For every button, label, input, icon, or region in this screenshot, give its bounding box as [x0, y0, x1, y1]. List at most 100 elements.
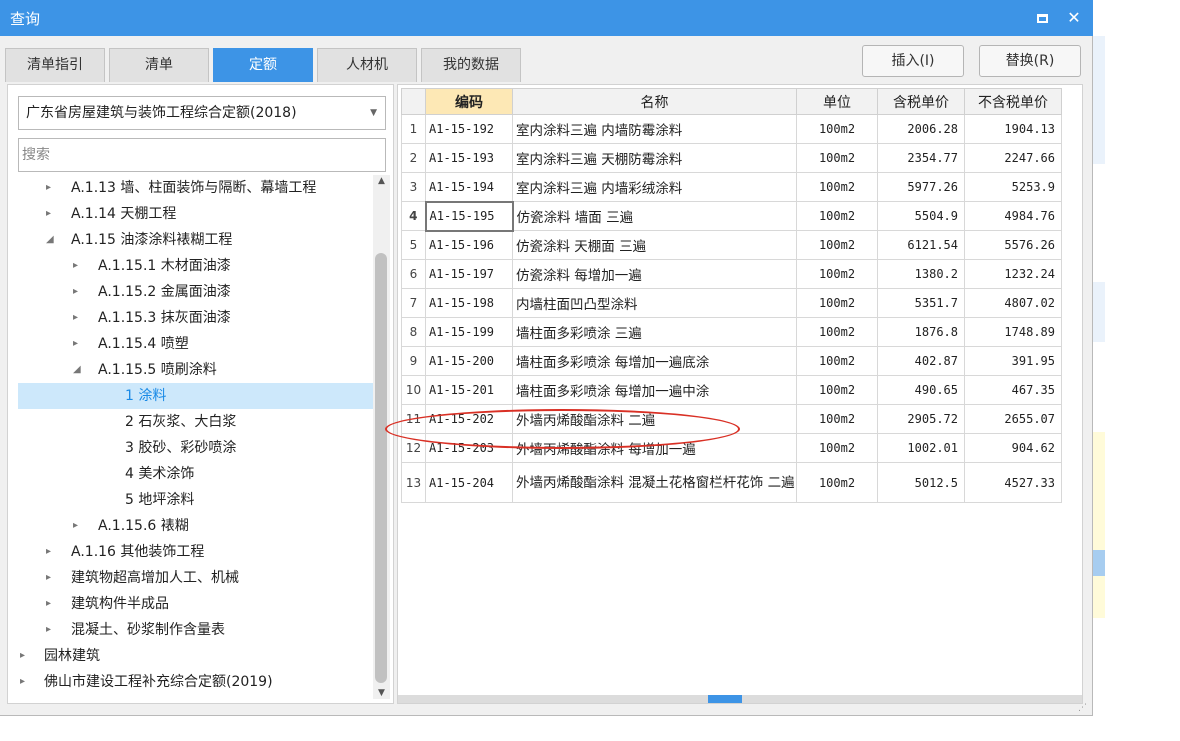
tree-item[interactable]: ▸ 园林建筑 — [18, 643, 373, 669]
cell-unit[interactable]: 100m2 — [796, 172, 878, 202]
cell-name[interactable]: 内墙柱面凹凸型涂料 — [512, 288, 797, 318]
chevron-right-icon[interactable]: ▸ — [46, 175, 51, 201]
cell-unit[interactable]: 100m2 — [796, 288, 878, 318]
column-header-name[interactable]: 名称 — [512, 88, 797, 115]
tree-item[interactable]: ▸ A.1.15.6 裱糊 — [18, 513, 373, 539]
tree-item[interactable]: ▸ A.1.15.1 木材面油漆 — [18, 253, 373, 279]
chevron-right-icon[interactable]: ▸ — [46, 565, 51, 591]
cell-unit[interactable]: 100m2 — [796, 230, 878, 260]
chevron-right-icon[interactable]: ▸ — [46, 617, 51, 643]
cell-tax-price[interactable]: 5504.9 — [877, 201, 965, 231]
cell-notax-price[interactable]: 4807.02 — [964, 288, 1062, 318]
insert-button[interactable]: 插入(I) — [862, 45, 964, 77]
tree-item[interactable]: ▸ A.1.14 天棚工程 — [18, 201, 373, 227]
tree-item[interactable]: ▸ A.1.13 墙、柱面装饰与隔断、幕墙工程 — [18, 175, 373, 201]
tree-item[interactable]: ▸ A.1.15.2 金属面油漆 — [18, 279, 373, 305]
chevron-right-icon[interactable]: ▸ — [73, 253, 78, 279]
cell-tax-price[interactable]: 5012.5 — [877, 462, 965, 503]
table-row[interactable]: 5 A1-15-196 仿瓷涂料 天棚面 三遍 100m2 6121.54 55… — [401, 230, 1062, 260]
tree-item[interactable]: 3 胶砂、彩砂喷涂 — [18, 435, 373, 461]
tab-bill[interactable]: 清单 — [109, 48, 209, 82]
tree-scrollbar[interactable]: ▲ ▼ — [373, 175, 390, 699]
tab-my-data[interactable]: 我的数据 — [421, 48, 521, 82]
cell-name[interactable]: 室内涂料三遍 天棚防霉涂料 — [512, 143, 797, 173]
scroll-up-icon[interactable]: ▲ — [373, 175, 390, 187]
cell-code[interactable]: A1-15-200 — [425, 346, 513, 376]
cell-notax-price[interactable]: 5253.9 — [964, 172, 1062, 202]
cell-notax-price[interactable]: 467.35 — [964, 375, 1062, 405]
tree-item[interactable]: ▸ 佛山市建设工程补充综合定额(2019) — [18, 669, 373, 695]
cell-tax-price[interactable]: 1876.8 — [877, 317, 965, 347]
tree-item[interactable]: ▸ 混凝土、砂浆制作含量表 — [18, 617, 373, 643]
cell-tax-price[interactable]: 5977.26 — [877, 172, 965, 202]
cell-name[interactable]: 仿瓷涂料 天棚面 三遍 — [512, 230, 797, 260]
resize-grip-icon[interactable]: ⋰ — [1078, 703, 1087, 713]
chevron-right-icon[interactable]: ▸ — [73, 331, 78, 357]
table-row[interactable]: 3 A1-15-194 室内涂料三遍 内墙彩绒涂料 100m2 5977.26 … — [401, 172, 1062, 202]
table-row[interactable]: 8 A1-15-199 墙柱面多彩喷涂 三遍 100m2 1876.8 1748… — [401, 317, 1062, 347]
cell-unit[interactable]: 100m2 — [796, 143, 878, 173]
cell-notax-price[interactable]: 5576.26 — [964, 230, 1062, 260]
cell-code-current[interactable]: A1-15-195 — [424, 200, 514, 232]
chevron-expanded-icon[interactable]: ◢ — [46, 227, 54, 253]
tree-item[interactable]: ▸ 建筑构件半成品 — [18, 591, 373, 617]
table-row[interactable]: 1 A1-15-192 室内涂料三遍 内墙防霉涂料 100m2 2006.28 … — [401, 114, 1062, 144]
cell-code[interactable]: A1-15-196 — [425, 230, 513, 260]
cell-name[interactable]: 墙柱面多彩喷涂 三遍 — [512, 317, 797, 347]
cell-unit[interactable]: 100m2 — [796, 462, 878, 503]
cell-name[interactable]: 墙柱面多彩喷涂 每增加一遍中涂 — [512, 375, 797, 405]
cell-code[interactable]: A1-15-197 — [425, 259, 513, 289]
grid-splitter-bar[interactable] — [398, 695, 1082, 703]
chevron-right-icon[interactable]: ▸ — [46, 591, 51, 617]
cell-notax-price[interactable]: 1232.24 — [964, 259, 1062, 289]
cell-tax-price[interactable]: 2006.28 — [877, 114, 965, 144]
cell-code[interactable]: A1-15-194 — [425, 172, 513, 202]
cell-notax-price[interactable]: 2247.66 — [964, 143, 1062, 173]
cell-notax-price[interactable]: 4527.33 — [964, 462, 1062, 503]
cell-code[interactable]: A1-15-201 — [425, 375, 513, 405]
cell-unit[interactable]: 100m2 — [796, 375, 878, 405]
cell-code[interactable]: A1-15-192 — [425, 114, 513, 144]
column-header-unit[interactable]: 单位 — [796, 88, 878, 115]
cell-tax-price[interactable]: 402.87 — [877, 346, 965, 376]
cell-tax-price[interactable]: 1002.01 — [877, 433, 965, 463]
cell-name[interactable]: 室内涂料三遍 内墙彩绒涂料 — [512, 172, 797, 202]
cell-code[interactable]: A1-15-199 — [425, 317, 513, 347]
table-row-current[interactable]: 4 A1-15-195 仿瓷涂料 墙面 三遍 100m2 5504.9 4984… — [401, 200, 1062, 232]
cell-name[interactable]: 仿瓷涂料 墙面 三遍 — [512, 201, 797, 231]
replace-button[interactable]: 替换(R) — [979, 45, 1081, 77]
cell-notax-price[interactable]: 391.95 — [964, 346, 1062, 376]
cell-unit[interactable]: 100m2 — [796, 433, 878, 463]
table-row[interactable]: 2 A1-15-193 室内涂料三遍 天棚防霉涂料 100m2 2354.77 … — [401, 143, 1062, 173]
scrollbar-thumb[interactable] — [375, 253, 387, 683]
table-row[interactable]: 7 A1-15-198 内墙柱面凹凸型涂料 100m2 5351.7 4807.… — [401, 288, 1062, 318]
close-button[interactable]: ✕ — [1063, 7, 1085, 29]
chevron-right-icon[interactable]: ▸ — [46, 539, 51, 565]
tab-bill-guide[interactable]: 清单指引 — [5, 48, 105, 82]
cell-name[interactable]: 外墙丙烯酸酯涂料 混凝土花格窗栏杆花饰 二遍 — [512, 462, 797, 503]
column-header-notax-price[interactable]: 不含税单价 — [964, 88, 1062, 115]
tree-item[interactable]: 4 美术涂饰 — [18, 461, 373, 487]
column-header-tax-price[interactable]: 含税单价 — [877, 88, 965, 115]
splitter-grip-icon[interactable] — [708, 695, 742, 703]
tree-item[interactable]: ◢ A.1.15 油漆涂料裱糊工程 — [18, 227, 373, 253]
chevron-right-icon[interactable]: ▸ — [46, 201, 51, 227]
table-row[interactable]: 10 A1-15-201 墙柱面多彩喷涂 每增加一遍中涂 100m2 490.6… — [401, 375, 1062, 405]
cell-notax-price[interactable]: 904.62 — [964, 433, 1062, 463]
scroll-down-icon[interactable]: ▼ — [373, 687, 390, 699]
cell-notax-price[interactable]: 1904.13 — [964, 114, 1062, 144]
chevron-right-icon[interactable]: ▸ — [20, 669, 25, 695]
cell-tax-price[interactable]: 490.65 — [877, 375, 965, 405]
table-row[interactable]: 6 A1-15-197 仿瓷涂料 每增加一遍 100m2 1380.2 1232… — [401, 259, 1062, 289]
cell-unit[interactable]: 100m2 — [796, 346, 878, 376]
tree-item[interactable]: ▸ A.1.16 其他装饰工程 — [18, 539, 373, 565]
chevron-right-icon[interactable]: ▸ — [73, 513, 78, 539]
cell-name[interactable]: 室内涂料三遍 内墙防霉涂料 — [512, 114, 797, 144]
maximize-button[interactable] — [1031, 7, 1053, 29]
cell-notax-price[interactable]: 4984.76 — [964, 201, 1062, 231]
tree-item[interactable]: ◢ A.1.15.5 喷刷涂料 — [18, 357, 373, 383]
cell-name[interactable]: 墙柱面多彩喷涂 每增加一遍底涂 — [512, 346, 797, 376]
chevron-right-icon[interactable]: ▸ — [20, 643, 25, 669]
cell-tax-price[interactable]: 5351.7 — [877, 288, 965, 318]
tab-labor-material-machine[interactable]: 人材机 — [317, 48, 417, 82]
